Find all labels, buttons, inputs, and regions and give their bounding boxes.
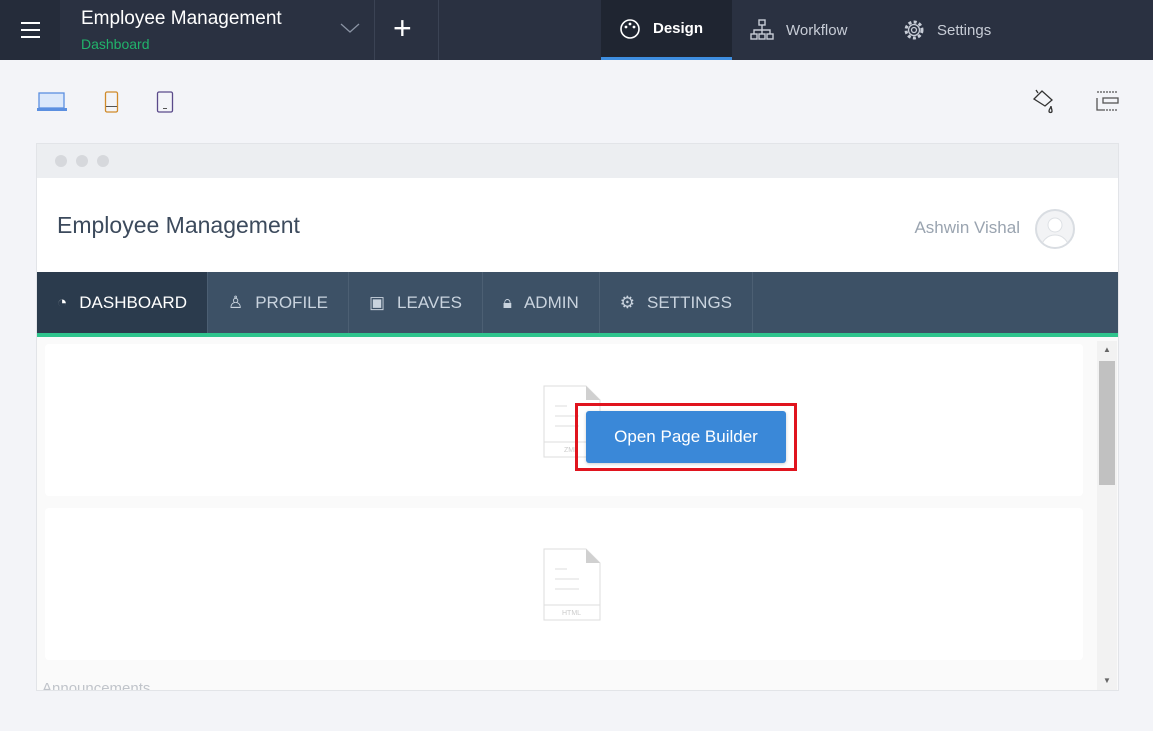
nav-label: ADMIN xyxy=(523,292,579,312)
tab-label: Workflow xyxy=(786,21,848,39)
announcements-label: Announcements xyxy=(42,680,151,691)
app-subtitle: Dashboard xyxy=(81,36,150,52)
user-icon: ♙ xyxy=(227,292,244,312)
nav-label: SETTINGS xyxy=(647,292,733,312)
desktop-view-icon[interactable] xyxy=(36,91,68,113)
tab-label: Settings xyxy=(937,21,992,39)
nav-label: PROFILE xyxy=(255,292,328,312)
scrollbar-thumb[interactable] xyxy=(1099,361,1115,485)
open-page-builder-button[interactable]: Open Page Builder xyxy=(586,411,786,463)
preview-content: ZML Open Page Builder HTML Announcements xyxy=(37,341,1098,691)
nav-settings[interactable]: ⚙ SETTINGS xyxy=(600,272,754,333)
layout-tree-icon[interactable] xyxy=(1094,90,1120,114)
zml-section: ZML Open Page Builder xyxy=(45,344,1083,496)
menu-button[interactable] xyxy=(0,0,60,60)
tab-label: Design xyxy=(653,20,704,37)
tablet-view-icon[interactable] xyxy=(156,91,176,113)
nav-dashboard[interactable]: ◔ DASHBOARD xyxy=(37,272,208,333)
mobile-view-icon[interactable] xyxy=(104,91,120,113)
user-name: Ashwin Vishal xyxy=(914,218,1020,237)
tab-design[interactable]: Design xyxy=(601,0,732,60)
divider xyxy=(374,0,375,60)
gear-icon xyxy=(904,20,924,40)
scrollbar[interactable]: ▲ ▼ xyxy=(1097,341,1117,690)
nav-leaves[interactable]: ▣ LEAVES xyxy=(349,272,483,333)
palette-icon xyxy=(620,18,640,39)
html-section: HTML xyxy=(45,508,1083,660)
dashboard-icon: ◔ xyxy=(57,292,68,312)
app-title: Employee Management xyxy=(81,8,282,29)
nav-admin[interactable]: 🔒︎ ADMIN xyxy=(483,272,600,333)
avatar[interactable] xyxy=(1035,209,1075,249)
nav-label: LEAVES xyxy=(397,292,462,312)
preview-header: Employee Management Ashwin Vishal xyxy=(37,178,1118,272)
gear-icon: ⚙ xyxy=(619,292,635,312)
preview-app-title: Employee Management xyxy=(57,212,300,238)
nav-label: DASHBOARD xyxy=(79,292,187,312)
tab-settings[interactable]: Settings xyxy=(885,0,1009,60)
html-file-icon: HTML xyxy=(543,548,601,621)
window-controls xyxy=(37,144,1118,178)
svg-text:HTML: HTML xyxy=(562,610,581,617)
lock-icon: 🔒︎ xyxy=(502,292,512,312)
calendar-icon: ▣ xyxy=(368,292,386,312)
add-button[interactable]: + xyxy=(393,10,412,47)
workflow-icon xyxy=(750,19,774,40)
preview-nav: ◔ DASHBOARD ♙ PROFILE ▣ LEAVES 🔒︎ ADMIN ⚙ SET… xyxy=(37,272,1118,337)
tab-workflow[interactable]: Workflow xyxy=(732,0,865,60)
preview-frame: Employee Management Ashwin Vishal ◔ DASHB… xyxy=(36,143,1119,691)
divider xyxy=(438,0,439,60)
chevron-down-icon[interactable] xyxy=(338,16,362,40)
top-bar: Employee Management Dashboard + Design W… xyxy=(0,0,1153,60)
paint-bucket-icon[interactable] xyxy=(1031,88,1059,114)
nav-profile[interactable]: ♙ PROFILE xyxy=(208,272,349,333)
